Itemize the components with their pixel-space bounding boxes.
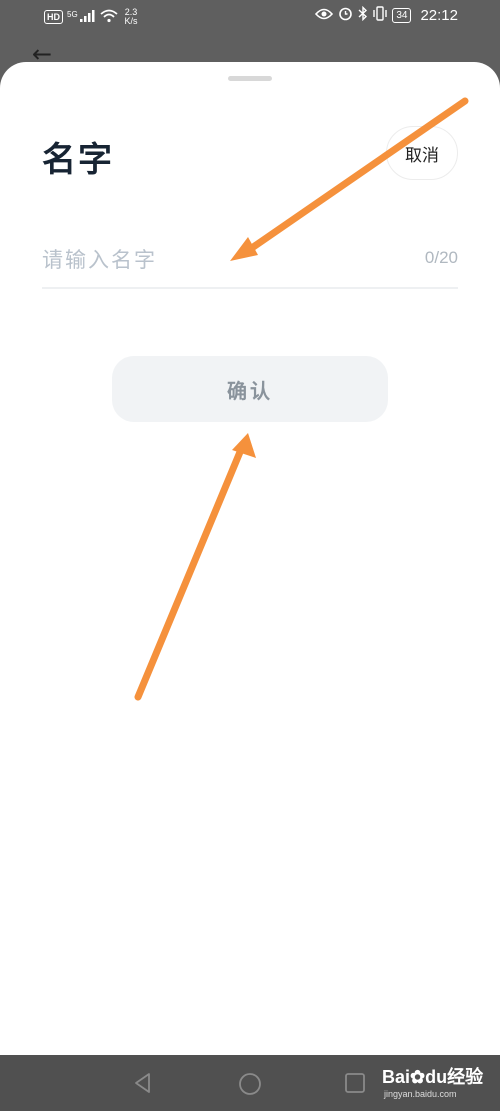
annotation-arrow-to-confirm [134,433,256,701]
baidu-watermark-logo: Bai✿du经验 [382,1063,483,1089]
annotation-arrow-to-input [230,97,469,261]
paw-icon: ✿ [410,1067,426,1087]
nav-recent-icon[interactable] [344,1072,366,1098]
nav-home-icon[interactable] [238,1072,262,1100]
watermark-site: jingyan.baidu.com [384,1089,457,1099]
watermark-brand: Bai [382,1067,411,1087]
watermark-brand-tail: du经验 [425,1067,484,1087]
nav-back-icon[interactable] [132,1072,154,1098]
navigation-bar: Bai✿du经验 jingyan.baidu.com [0,1055,500,1111]
annotation-arrows [134,97,469,701]
